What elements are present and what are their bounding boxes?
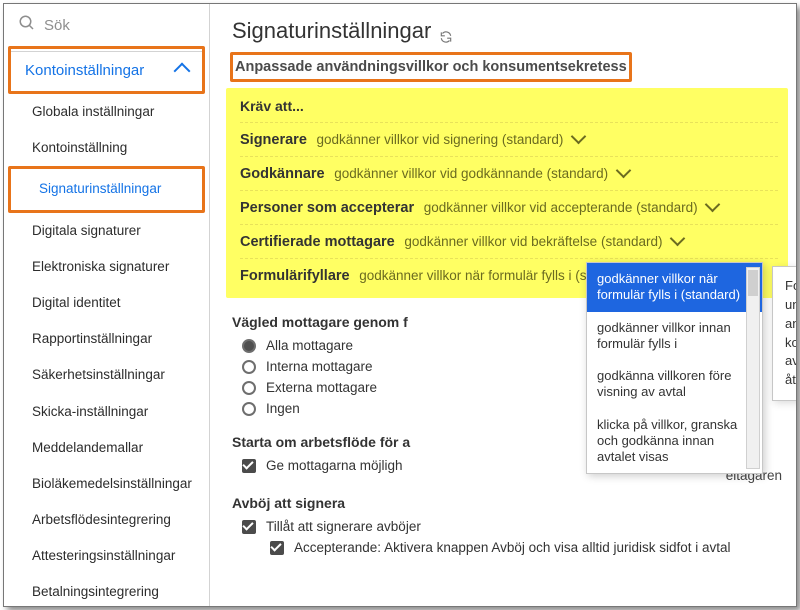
require-label: Kräv att... bbox=[240, 98, 304, 114]
page-title: Signaturinställningar bbox=[210, 4, 796, 52]
sidebar-item[interactable]: Skicka-inställningar bbox=[4, 394, 209, 430]
sidebar-item-label: Meddelandemallar bbox=[32, 440, 143, 455]
sidebar-item[interactable]: Globala inställningar bbox=[4, 94, 209, 130]
sidebar-item-label: Elektroniska signaturer bbox=[32, 259, 169, 274]
dropdown-option[interactable]: godkänner villkor innan formulär fylls i bbox=[587, 312, 762, 361]
sidebar-item[interactable]: Digital identitet bbox=[4, 285, 209, 321]
sidebar-item-label: Attesteringsinställningar bbox=[32, 548, 175, 563]
dropdown-option[interactable]: godkänna villkoren före visning av avtal bbox=[587, 360, 762, 409]
sidebar-item[interactable]: Elektroniska signaturer bbox=[4, 249, 209, 285]
search-input[interactable]: Sök bbox=[4, 4, 209, 46]
sidebar-section-label: Kontoinställningar bbox=[25, 62, 144, 79]
sidebar-item-highlight: Signaturinställningar bbox=[8, 166, 205, 212]
terms-role: Signerare bbox=[240, 132, 307, 148]
chevron-down-icon[interactable] bbox=[571, 129, 587, 145]
sidebar-item[interactable]: Betalningsintegrering bbox=[4, 574, 209, 607]
sidebar-item-label: Rapportinställningar bbox=[32, 331, 152, 346]
sidebar: Sök Kontoinställningar Globala inställni… bbox=[4, 4, 210, 606]
sidebar-item-label: Arbetsflödesintegrering bbox=[32, 512, 171, 527]
dropdown-option[interactable]: klicka på villkor, granska och godkänna … bbox=[587, 409, 762, 474]
sidebar-item-label: Betalningsintegrering bbox=[32, 584, 159, 599]
checkbox-icon bbox=[242, 520, 256, 534]
search-icon bbox=[18, 14, 36, 36]
scrollbar-thumb[interactable] bbox=[748, 270, 758, 296]
chevron-down-icon[interactable] bbox=[705, 197, 721, 213]
radio-icon bbox=[242, 360, 256, 374]
radio-label: Ingen bbox=[266, 401, 300, 416]
terms-value: godkänner villkor vid bekräftelse (stand… bbox=[404, 234, 662, 249]
sidebar-item-label: Signaturinställningar bbox=[39, 181, 161, 196]
sidebar-item[interactable]: Rapportinställningar bbox=[4, 321, 209, 357]
search-placeholder: Sök bbox=[44, 17, 70, 34]
sidebar-item[interactable]: Säkerhetsinställningar bbox=[4, 357, 209, 393]
sidebar-item-label: Säkerhetsinställningar bbox=[32, 367, 165, 382]
dropdown-popup: godkänner villkor när formulär fylls i (… bbox=[586, 262, 763, 474]
radio-label: Interna mottagare bbox=[266, 359, 373, 374]
sidebar-item[interactable]: Bioläkemedelsinställningar bbox=[4, 466, 209, 502]
main-content: Signaturinställningar Anpassade användni… bbox=[210, 4, 796, 606]
terms-value: godkänner villkor vid accepterande (stan… bbox=[424, 200, 698, 215]
terms-role: Formulärifyllare bbox=[240, 268, 350, 284]
checkbox-icon bbox=[242, 459, 256, 473]
decline-sub-checkbox[interactable]: Accepterande: Aktivera knappen Avböj och… bbox=[270, 540, 782, 555]
refresh-icon[interactable] bbox=[439, 24, 453, 38]
dropdown-option[interactable]: godkänner villkor när formulär fylls i (… bbox=[587, 263, 762, 312]
checkbox-label: Accepterande: Aktivera knappen Avböj och… bbox=[294, 540, 731, 555]
sidebar-section-account-settings[interactable]: Kontoinställningar bbox=[11, 51, 202, 89]
chevron-down-icon[interactable] bbox=[616, 163, 632, 179]
terms-row[interactable]: Personer som accepterar godkänner villko… bbox=[240, 190, 778, 224]
sidebar-item-label: Bioläkemedelsinställningar bbox=[32, 476, 192, 491]
dropdown-option-label: klicka på villkor, granska och godkänna … bbox=[597, 417, 737, 465]
sidebar-item-label: Kontoinställning bbox=[32, 140, 127, 155]
tooltip-text: Formulärifyllare godkänner underförstått… bbox=[785, 278, 796, 387]
dropdown-option-label: godkänna villkoren före visning av avtal bbox=[597, 368, 731, 399]
decline-section: Avböj att signera Tillåt att signerare a… bbox=[232, 495, 782, 555]
sidebar-item-label: Globala inställningar bbox=[32, 104, 154, 119]
terms-role: Godkännare bbox=[240, 166, 325, 182]
terms-row[interactable]: Signerare godkänner villkor vid signerin… bbox=[240, 122, 778, 156]
sidebar-item[interactable]: Arbetsflödesintegrering bbox=[4, 502, 209, 538]
terms-row[interactable]: Certifierade mottagare godkänner villkor… bbox=[240, 224, 778, 258]
chevron-down-icon[interactable] bbox=[670, 231, 686, 247]
dropdown-option-label: godkänner villkor innan formulär fylls i bbox=[597, 320, 731, 351]
radio-label: Externa mottagare bbox=[266, 380, 377, 395]
sidebar-item[interactable]: Kontoinställning bbox=[4, 130, 209, 166]
terms-value: godkänner villkor vid godkännande (stand… bbox=[334, 166, 608, 181]
sidebar-item-label: Digital identitet bbox=[32, 295, 121, 310]
terms-role: Personer som accepterar bbox=[240, 200, 414, 216]
terms-heading: Anpassade användningsvillkor och konsume… bbox=[230, 52, 632, 82]
page-title-text: Signaturinställningar bbox=[232, 18, 431, 44]
decline-heading: Avböj att signera bbox=[232, 495, 782, 511]
sidebar-item[interactable]: Attesteringsinställningar bbox=[4, 538, 209, 574]
terms-value: godkänner villkor vid signering (standar… bbox=[317, 132, 564, 147]
checkbox-icon bbox=[270, 541, 284, 555]
sidebar-item-label: Skicka-inställningar bbox=[32, 404, 148, 419]
terms-row[interactable]: Godkännare godkänner villkor vid godkänn… bbox=[240, 156, 778, 190]
dropdown-option-label: godkänner villkor när formulär fylls i (… bbox=[597, 271, 740, 302]
chevron-up-icon bbox=[174, 62, 191, 79]
radio-icon bbox=[242, 339, 256, 353]
terms-role: Certifierade mottagare bbox=[240, 234, 395, 250]
tooltip: Formulärifyllare godkänner underförstått… bbox=[772, 266, 796, 401]
scrollbar[interactable] bbox=[746, 267, 760, 469]
radio-icon bbox=[242, 381, 256, 395]
sidebar-item[interactable]: Meddelandemallar bbox=[4, 430, 209, 466]
checkbox-label: Ge mottagarna möjligh bbox=[266, 458, 403, 473]
radio-icon bbox=[242, 402, 256, 416]
checkbox-label: Tillåt att signerare avböjer bbox=[266, 519, 421, 534]
sidebar-item-label: Digitala signaturer bbox=[32, 223, 141, 238]
decline-allow-checkbox[interactable]: Tillåt att signerare avböjer bbox=[242, 519, 782, 534]
sidebar-header-highlight: Kontoinställningar bbox=[8, 46, 205, 94]
sidebar-item[interactable]: Digitala signaturer bbox=[4, 213, 209, 249]
sidebar-item-signature-settings[interactable]: Signaturinställningar bbox=[11, 171, 202, 207]
radio-label: Alla mottagare bbox=[266, 338, 353, 353]
